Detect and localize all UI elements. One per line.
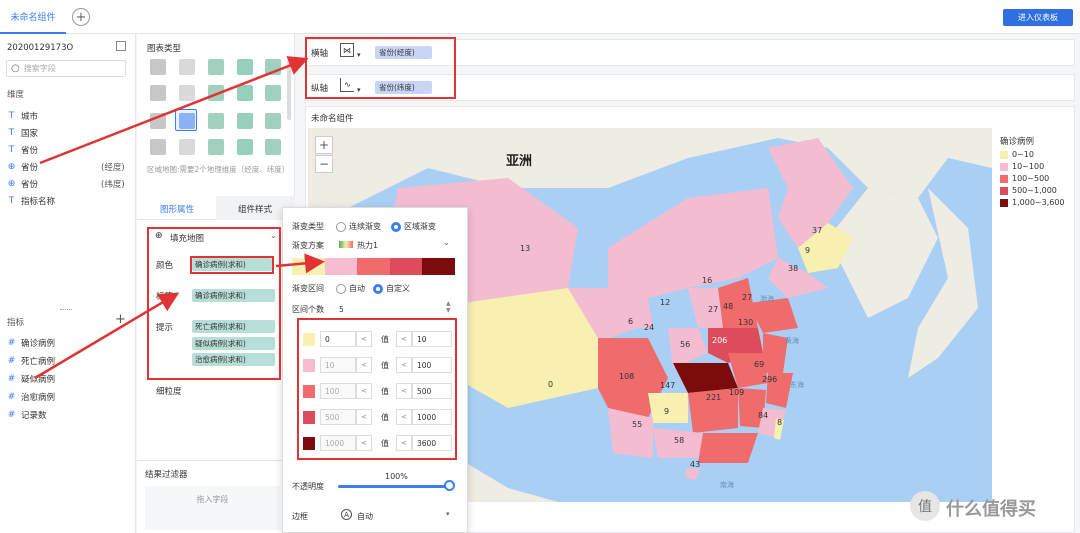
watermark-logo: 值 <box>910 491 940 521</box>
watermark-text: 什么值得买 <box>946 499 1036 520</box>
annotation-arrows <box>34 56 325 380</box>
